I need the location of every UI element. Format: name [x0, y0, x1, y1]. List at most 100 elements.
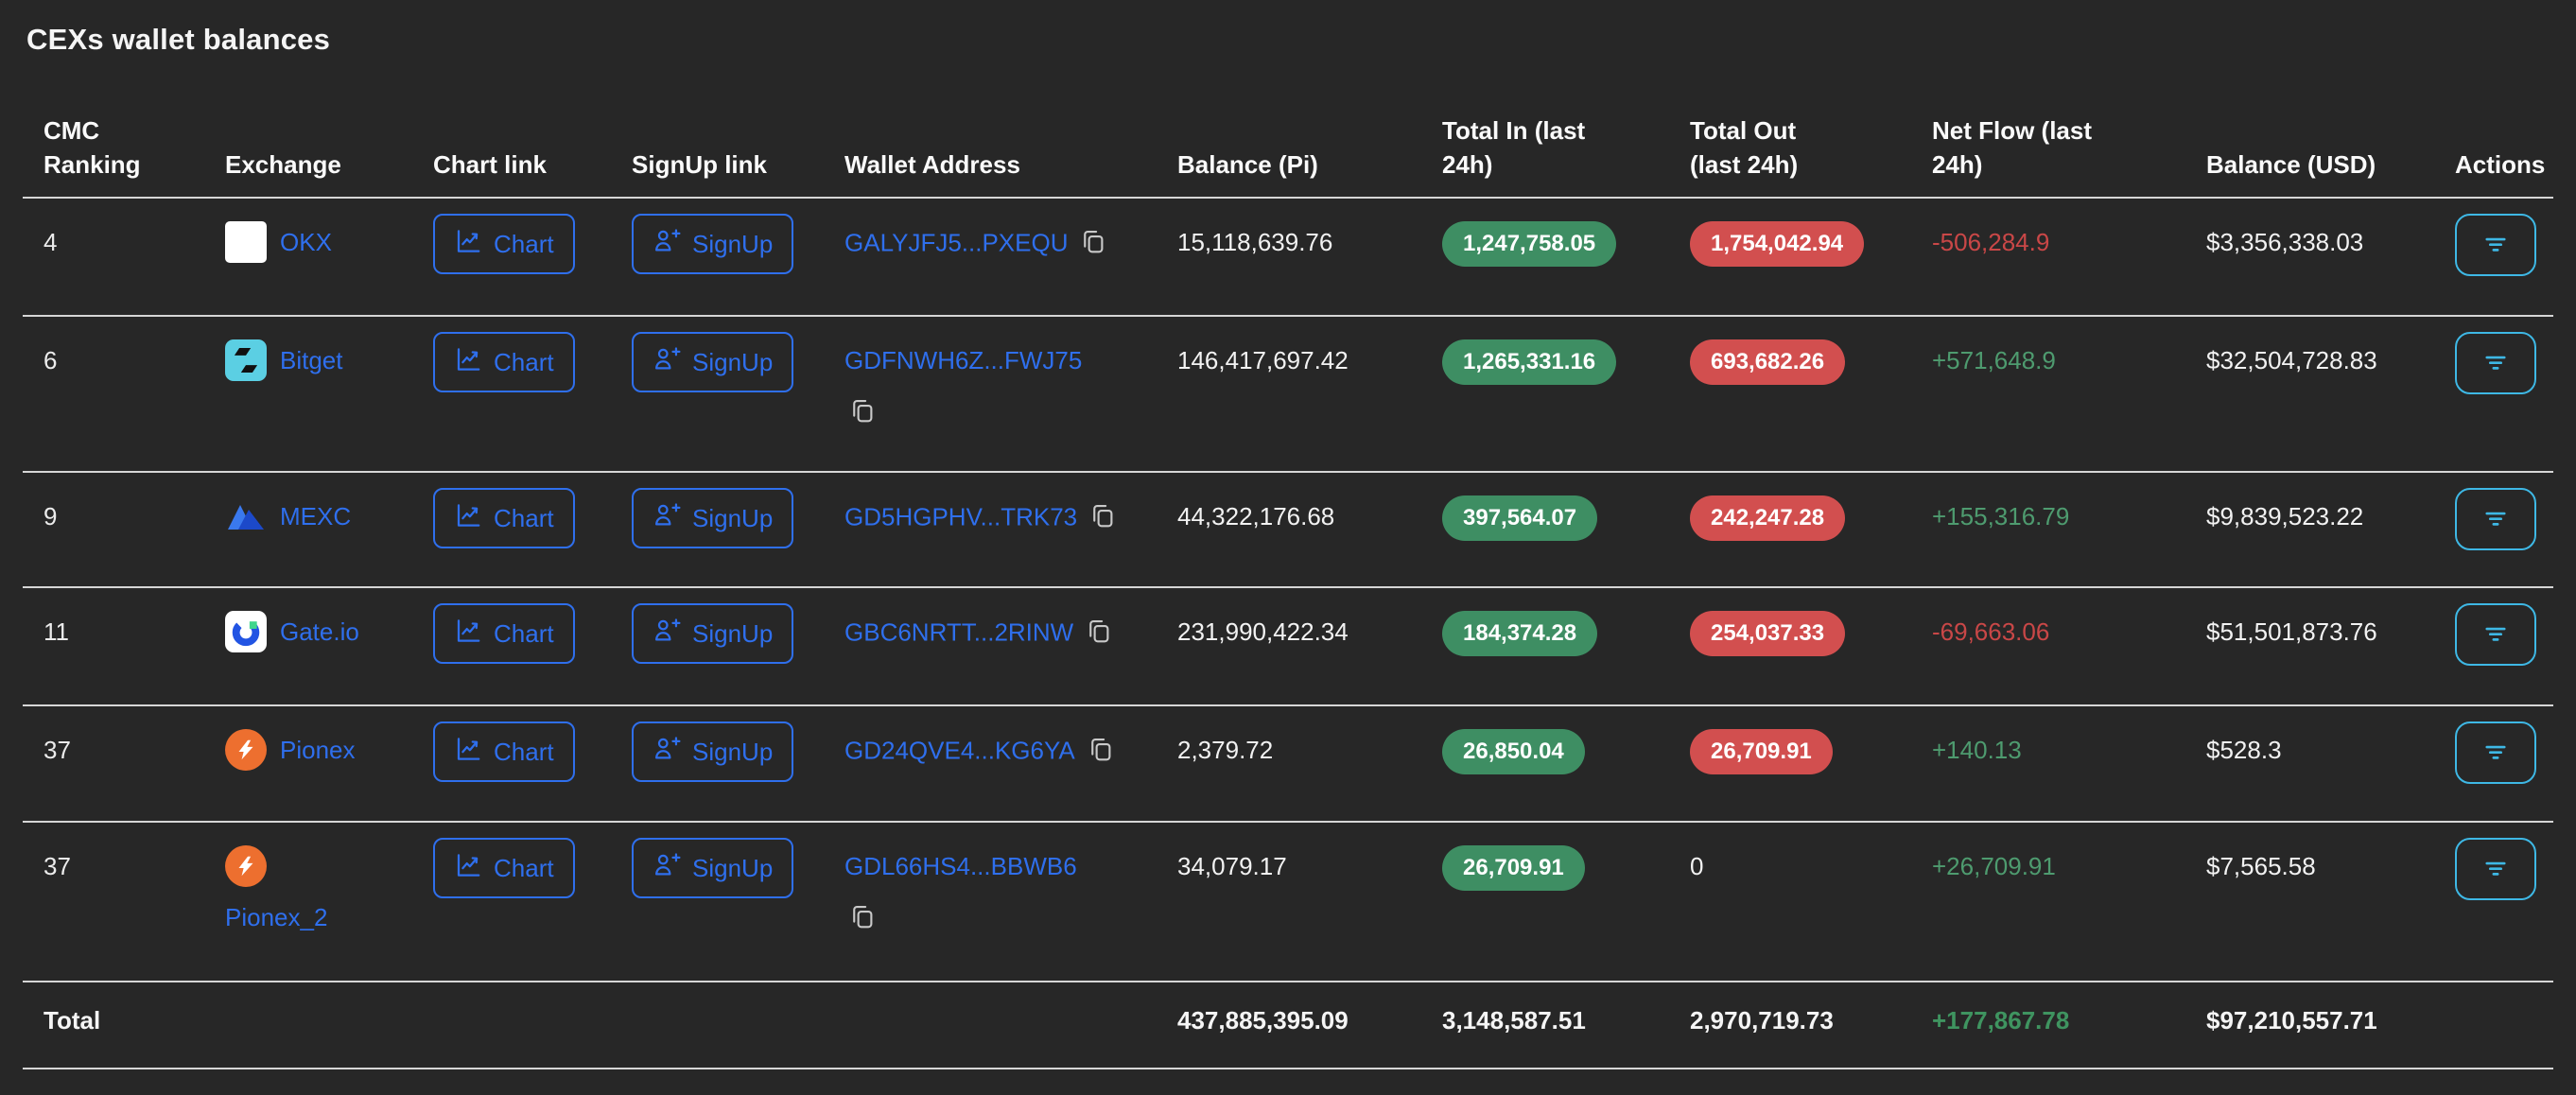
exchange-link[interactable]: Bitget — [280, 345, 343, 375]
wallet-address-link[interactable]: GD5HGPHV...TRK73 — [844, 502, 1077, 530]
balance-usd-value: $528.3 — [2206, 735, 2455, 765]
okx-logo-icon — [225, 221, 267, 263]
net-flow-value: +155,316.79 — [1932, 501, 2206, 531]
balance-pi-value: 34,079.17 — [1177, 851, 1442, 881]
table-header: CMC Ranking Exchange Chart link SignUp l… — [23, 57, 2553, 199]
chart-link-button[interactable]: Chart — [433, 603, 575, 664]
chart-link-button[interactable]: Chart — [433, 488, 575, 548]
line-chart-icon — [454, 345, 482, 380]
exchange-link[interactable]: Pionex_2 — [225, 902, 418, 932]
pionex-logo-icon — [225, 729, 267, 771]
exchange-link[interactable]: OKX — [280, 227, 332, 257]
copy-icon[interactable] — [848, 902, 1162, 937]
balance-usd-value: $32,504,728.83 — [2206, 345, 2455, 375]
signup-link-button[interactable]: SignUp — [632, 838, 793, 898]
filter-lines-icon — [2480, 228, 2512, 263]
total-in-sum: 3,148,587.51 — [1442, 1005, 1690, 1035]
signup-button-label: SignUp — [692, 230, 773, 259]
balance-usd-value: $9,839,523.22 — [2206, 501, 2455, 531]
net-flow-value: -506,284.9 — [1932, 227, 2206, 257]
total-balance-usd: $97,210,557.71 — [2206, 1005, 2455, 1035]
chart-link-button[interactable]: Chart — [433, 332, 575, 392]
balance-pi-value: 2,379.72 — [1177, 735, 1442, 765]
signup-link-button[interactable]: SignUp — [632, 721, 793, 782]
cmc-ranking-value: 9 — [23, 501, 225, 531]
balance-pi-value: 44,322,176.68 — [1177, 501, 1442, 531]
wallet-address-link[interactable]: GDL66HS4...BBWB6 — [844, 852, 1077, 880]
filter-lines-icon — [2480, 852, 2512, 887]
copy-icon[interactable] — [1085, 617, 1113, 652]
wallet-cell: GALYJFJ5...PXEQU — [844, 227, 1177, 262]
exchange-cell: Gate.io — [225, 611, 433, 652]
cmc-ranking-value: 11 — [23, 617, 225, 647]
total-out-badge: 1,754,042.94 — [1690, 221, 1864, 267]
filter-lines-icon — [2480, 617, 2512, 652]
net-flow-value: +140.13 — [1932, 735, 2206, 765]
chart-link-button[interactable]: Chart — [433, 721, 575, 782]
col-exchange: Exchange — [225, 148, 433, 182]
col-signup-link: SignUp link — [632, 148, 844, 182]
exchange-cell: Pionex_2 — [225, 845, 433, 932]
table-row: 11 Gate.io Chart SignUp GBC6NRTT...2RINW… — [23, 588, 2553, 706]
exchange-cell: OKX — [225, 221, 433, 263]
chart-button-label: Chart — [494, 348, 554, 377]
exchange-link[interactable]: MEXC — [280, 501, 351, 531]
copy-icon[interactable] — [848, 396, 1162, 431]
actions-button[interactable] — [2455, 488, 2536, 550]
pionex-logo-icon — [225, 845, 267, 887]
signup-link-button[interactable]: SignUp — [632, 332, 793, 392]
wallet-address-link[interactable]: GALYJFJ5...PXEQU — [844, 228, 1068, 256]
wallet-cell: GDFNWH6Z...FWJ75 — [844, 345, 1177, 431]
signup-link-button[interactable]: SignUp — [632, 214, 793, 274]
actions-button[interactable] — [2455, 214, 2536, 276]
net-flow-value: +571,648.9 — [1932, 345, 2206, 375]
chart-button-label: Chart — [494, 738, 554, 767]
col-balance-pi: Balance (Pi) — [1177, 148, 1442, 182]
bitget-logo-icon — [225, 339, 267, 381]
total-out-badge: 693,682.26 — [1690, 339, 1845, 385]
chart-button-label: Chart — [494, 504, 554, 533]
cmc-ranking-value: 4 — [23, 227, 225, 257]
net-flow-value: +26,709.91 — [1932, 851, 2206, 881]
chart-link-button[interactable]: Chart — [433, 838, 575, 898]
balance-usd-value: $3,356,338.03 — [2206, 227, 2455, 257]
actions-button[interactable] — [2455, 332, 2536, 394]
copy-icon[interactable] — [1088, 501, 1117, 536]
wallet-address-link[interactable]: GBC6NRTT...2RINW — [844, 617, 1073, 646]
col-total-out: Total Out (last 24h) — [1690, 113, 1865, 182]
wallet-address-link[interactable]: GD24QVE4...KG6YA — [844, 736, 1075, 764]
total-in-badge: 26,709.91 — [1442, 845, 1585, 891]
exchange-link[interactable]: Gate.io — [280, 617, 359, 647]
total-label: Total — [23, 1005, 225, 1035]
col-total-in: Total In (last 24h) — [1442, 113, 1617, 182]
cex-wallet-balances-page: CEXs wallet balances CMC Ranking Exchang… — [0, 0, 2576, 1069]
line-chart-icon — [454, 617, 482, 652]
signup-link-button[interactable]: SignUp — [632, 488, 793, 548]
exchange-cell: MEXC — [225, 495, 433, 537]
wallet-cell: GD24QVE4...KG6YA — [844, 735, 1177, 770]
line-chart-icon — [454, 501, 482, 536]
col-actions: Actions — [2455, 148, 2553, 182]
exchange-link[interactable]: Pionex — [280, 735, 356, 765]
signup-button-label: SignUp — [692, 348, 773, 377]
exchange-cell: Pionex — [225, 729, 433, 771]
line-chart-icon — [454, 735, 482, 770]
signup-button-label: SignUp — [692, 504, 773, 533]
signup-link-button[interactable]: SignUp — [632, 603, 793, 664]
person-add-icon — [653, 851, 681, 886]
col-chart-link: Chart link — [433, 148, 632, 182]
balance-pi-value: 146,417,697.42 — [1177, 345, 1442, 375]
chart-link-button[interactable]: Chart — [433, 214, 575, 274]
wallet-address-link[interactable]: GDFNWH6Z...FWJ75 — [844, 346, 1082, 374]
actions-button[interactable] — [2455, 721, 2536, 784]
actions-button[interactable] — [2455, 603, 2536, 666]
total-in-badge: 1,265,331.16 — [1442, 339, 1616, 385]
person-add-icon — [653, 617, 681, 652]
balance-usd-value: $51,501,873.76 — [2206, 617, 2455, 647]
actions-button[interactable] — [2455, 838, 2536, 900]
col-balance-usd: Balance (USD) — [2206, 148, 2455, 182]
table-row: 9 MEXC Chart SignUp GD5HGPHV...TRK73 44,… — [23, 473, 2553, 588]
copy-icon[interactable] — [1079, 227, 1107, 262]
col-wallet-address: Wallet Address — [844, 148, 1177, 182]
copy-icon[interactable] — [1087, 735, 1115, 770]
